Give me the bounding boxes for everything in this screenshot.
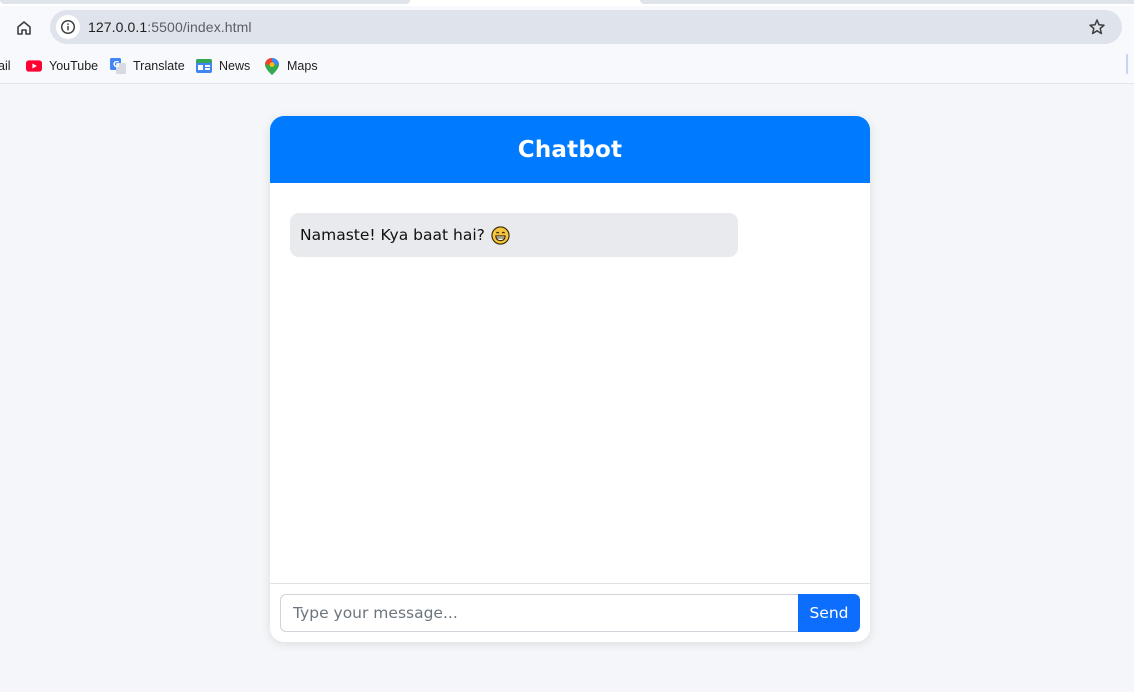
maps-icon: [264, 57, 280, 75]
bookmark-gmail[interactable]: ail: [0, 56, 11, 76]
chat-input-row: Send: [270, 583, 870, 642]
bot-message: Namaste! Kya baat hai?: [290, 213, 738, 257]
url-host: 127.0.0.1: [88, 19, 148, 35]
bookmark-star-button[interactable]: [1086, 16, 1108, 38]
bookmark-label: YouTube: [49, 59, 99, 73]
bookmarks-bar: ail YouTube G Translate News Maps: [0, 48, 1134, 84]
svg-text:G: G: [113, 60, 120, 69]
bookmark-news[interactable]: News: [196, 56, 250, 76]
url-path: :5500/index.html: [147, 19, 252, 35]
bookmark-youtube[interactable]: YouTube: [26, 56, 98, 76]
bookmark-label: ail: [0, 59, 11, 73]
chat-title: Chatbot: [517, 136, 623, 163]
url-text[interactable]: 127.0.0.1:5500/index.html: [88, 19, 252, 35]
bookmark-translate[interactable]: G Translate: [110, 56, 185, 76]
address-bar[interactable]: 127.0.0.1:5500/index.html: [50, 10, 1122, 44]
tab-left[interactable]: [0, 0, 410, 4]
chat-header: Chatbot: [270, 116, 870, 183]
chat-container: Chatbot Namaste! Kya baat hai? Send: [270, 116, 870, 642]
home-icon: [17, 21, 31, 35]
send-button[interactable]: Send: [798, 594, 860, 632]
youtube-icon: [26, 58, 42, 74]
browser-toolbar: 127.0.0.1:5500/index.html: [0, 6, 1134, 48]
bot-message-text: Namaste! Kya baat hai?: [300, 226, 485, 244]
info-icon: [60, 19, 76, 35]
bookmark-label: News: [219, 59, 251, 73]
tab-right[interactable]: [640, 0, 1134, 4]
site-info-button[interactable]: [56, 15, 80, 39]
home-button[interactable]: [10, 14, 38, 42]
grinning-face-icon: [491, 225, 510, 245]
news-icon: [196, 58, 212, 74]
translate-icon: G: [110, 58, 126, 74]
bookmark-label: Maps: [287, 59, 318, 73]
chat-messages: Namaste! Kya baat hai?: [270, 183, 870, 583]
bookmark-maps[interactable]: Maps: [264, 56, 318, 76]
star-icon: [1089, 19, 1105, 35]
bookmark-label: Translate: [133, 59, 185, 73]
bookmarks-overflow-edge: [1126, 54, 1128, 74]
message-input[interactable]: [280, 594, 799, 632]
